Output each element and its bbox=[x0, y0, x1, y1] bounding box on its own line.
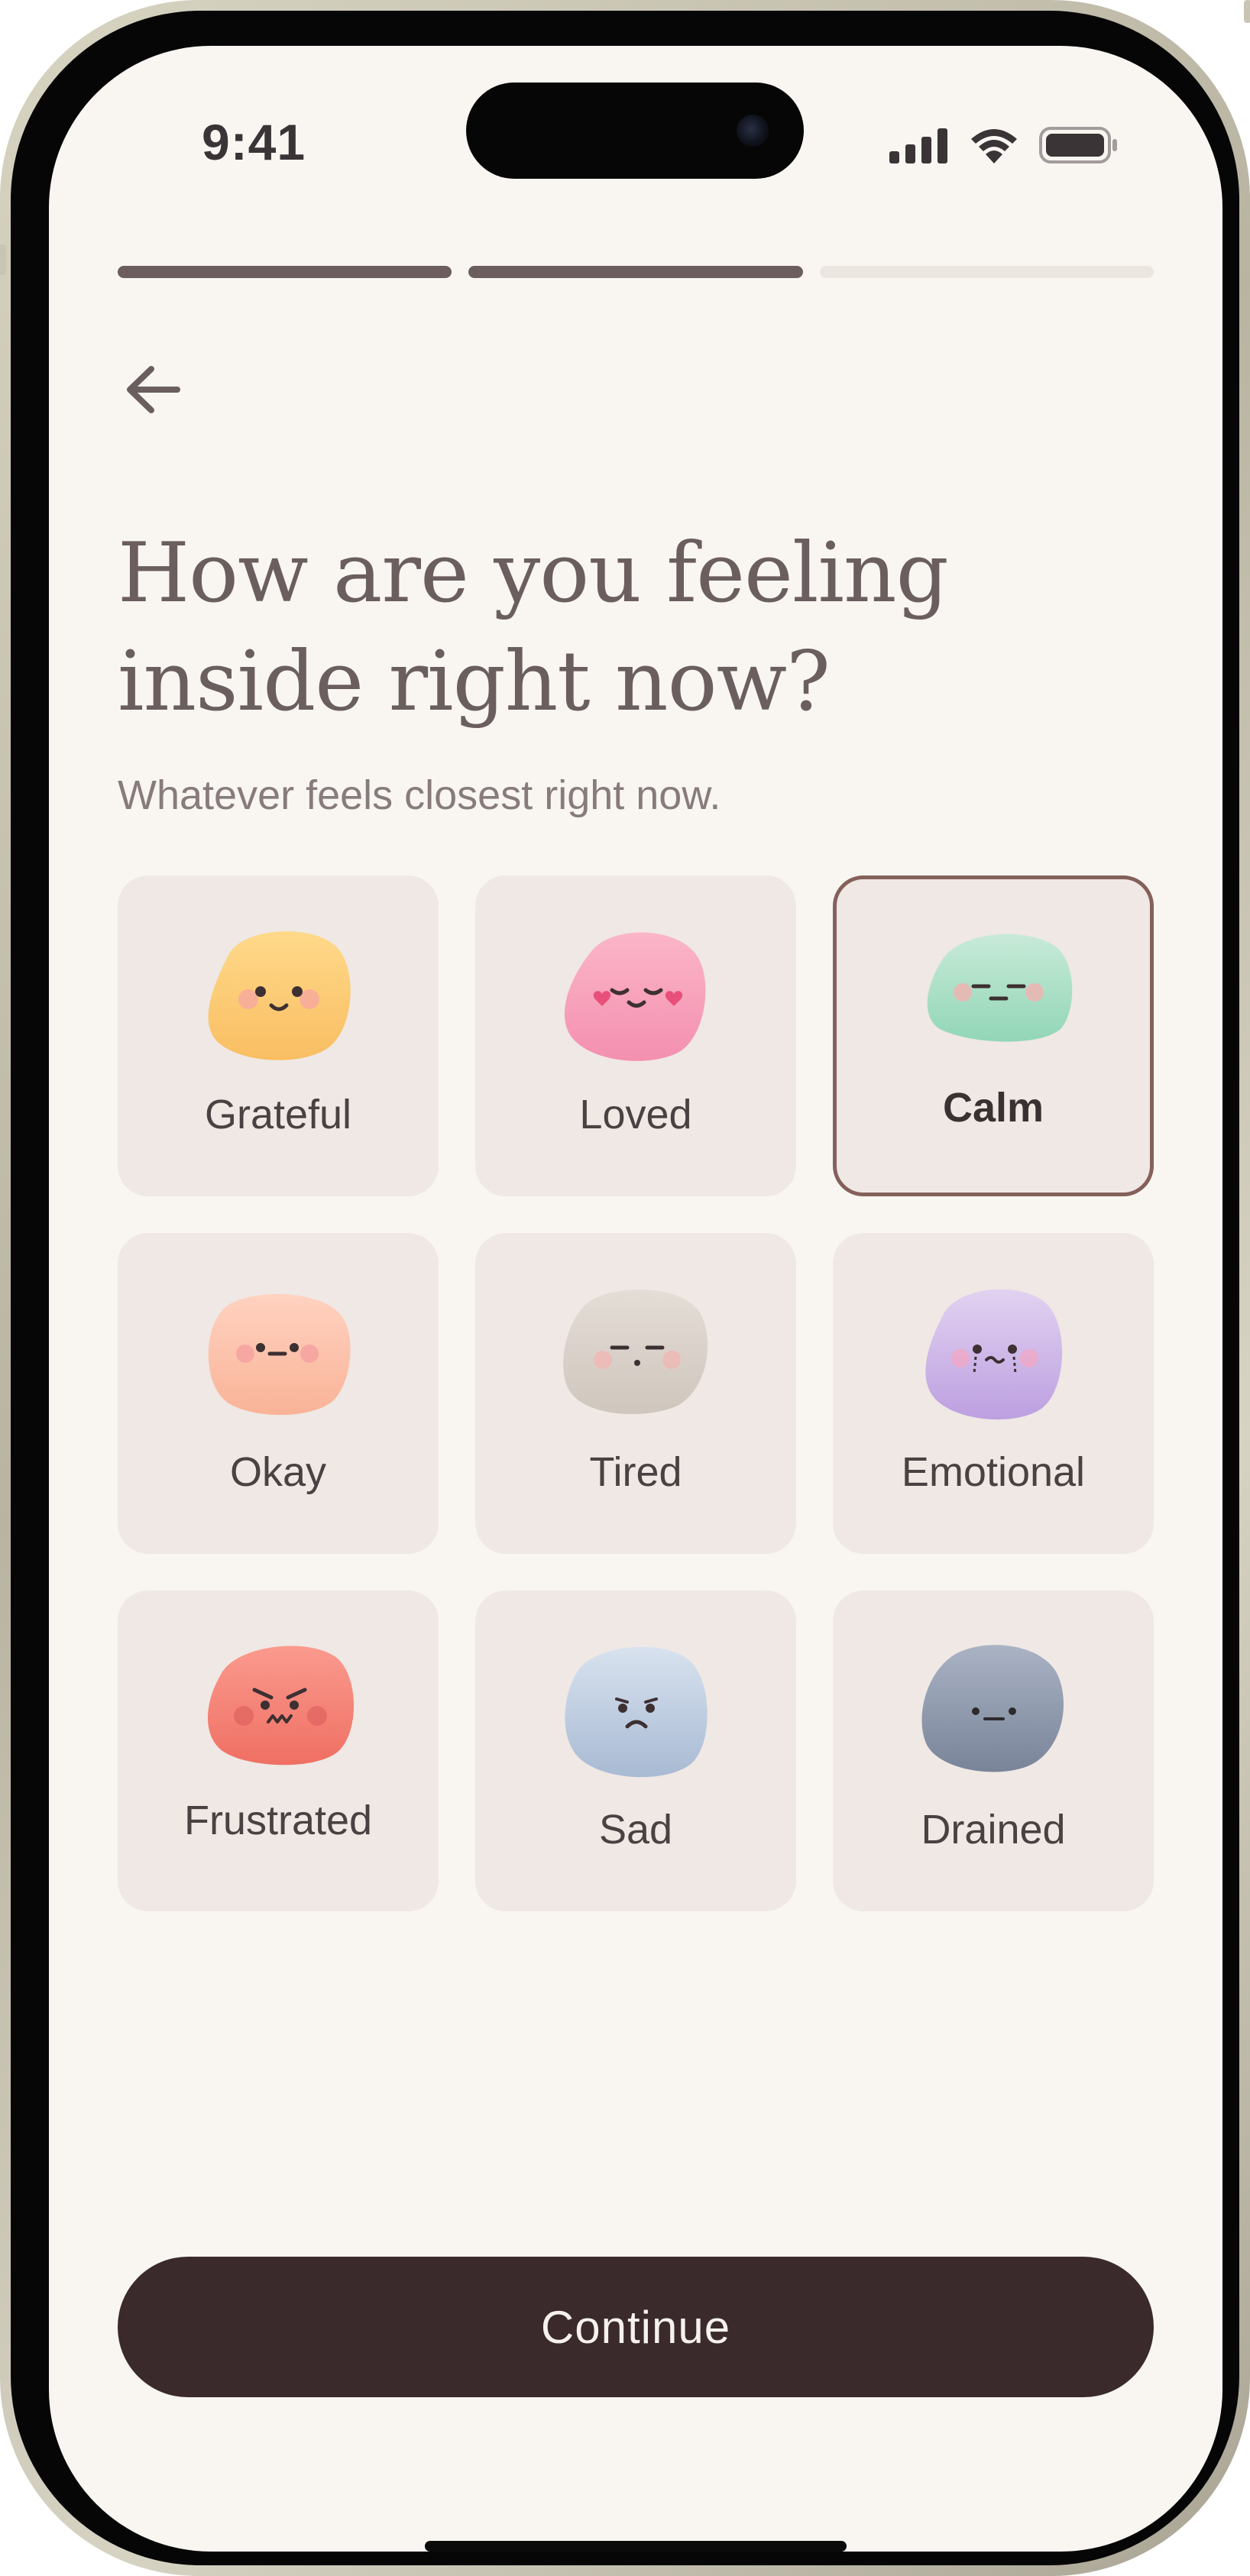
dynamic-island bbox=[466, 83, 804, 179]
wifi-icon bbox=[971, 129, 1017, 163]
side-button bbox=[1244, 0, 1250, 23]
grateful-face-icon bbox=[208, 931, 351, 1060]
title-line-2: inside right now? bbox=[118, 634, 831, 730]
phone-frame: 9:41 How are you feeling inside right no… bbox=[0, 0, 1250, 2576]
progress-segment-done bbox=[468, 266, 803, 278]
mood-card-drained[interactable]: Drained bbox=[833, 1591, 1154, 1911]
mood-card-calm[interactable]: Calm bbox=[833, 875, 1154, 1196]
camera-icon bbox=[737, 115, 769, 147]
home-indicator[interactable] bbox=[425, 2541, 847, 2552]
sad-face-icon bbox=[565, 1646, 708, 1778]
progress-segment-pending bbox=[819, 266, 1154, 278]
continue-button[interactable]: Continue bbox=[118, 2257, 1154, 2397]
loved-face-icon bbox=[564, 932, 706, 1061]
drained-face-icon bbox=[921, 1645, 1064, 1772]
tired-face-icon bbox=[563, 1290, 708, 1415]
emotional-face-icon bbox=[925, 1289, 1063, 1420]
mood-label: Loved bbox=[579, 1092, 692, 1138]
mood-grid: Grateful Loved Calm Okay Tired Emotional… bbox=[118, 875, 1154, 1911]
mood-card-grateful[interactable]: Grateful bbox=[118, 875, 439, 1196]
status-time: 9:41 bbox=[202, 114, 306, 170]
mood-label: Tired bbox=[589, 1449, 682, 1495]
mood-card-frustrated[interactable]: Frustrated bbox=[118, 1591, 439, 1911]
mood-label: Frustrated bbox=[183, 1798, 373, 1843]
arrow-left-icon bbox=[127, 366, 180, 413]
mood-label: Okay bbox=[229, 1449, 327, 1495]
signal-icon bbox=[889, 128, 947, 163]
mood-label: Calm bbox=[942, 1085, 1044, 1131]
side-button bbox=[0, 244, 6, 275]
mood-label: Grateful bbox=[204, 1092, 352, 1138]
mood-label: Emotional bbox=[901, 1449, 1086, 1495]
phone-bezel: 9:41 How are you feeling inside right no… bbox=[11, 11, 1239, 2565]
mood-label: Drained bbox=[921, 1807, 1066, 1853]
mood-card-emotional[interactable]: Emotional bbox=[833, 1233, 1154, 1554]
progress-bar bbox=[118, 266, 1154, 278]
mood-card-okay[interactable]: Okay bbox=[118, 1233, 439, 1554]
frustrated-face-icon bbox=[207, 1646, 355, 1765]
title-line-1: How are you feeling bbox=[118, 526, 949, 621]
page-subtitle: Whatever feels closest right now. bbox=[118, 772, 721, 818]
calm-face-icon bbox=[927, 934, 1073, 1042]
page-title: How are you feeling inside right now? bbox=[118, 519, 1111, 736]
status-icons bbox=[889, 125, 1119, 163]
battery-icon bbox=[1039, 127, 1117, 163]
mood-card-sad[interactable]: Sad bbox=[475, 1591, 796, 1911]
screen: 9:41 How are you feeling inside right no… bbox=[49, 46, 1222, 2552]
back-button[interactable] bbox=[115, 351, 191, 428]
progress-segment-done bbox=[118, 266, 452, 278]
mood-card-tired[interactable]: Tired bbox=[475, 1233, 796, 1554]
okay-face-icon bbox=[208, 1294, 351, 1416]
mood-card-loved[interactable]: Loved bbox=[475, 875, 796, 1196]
mood-label: Sad bbox=[598, 1807, 673, 1853]
